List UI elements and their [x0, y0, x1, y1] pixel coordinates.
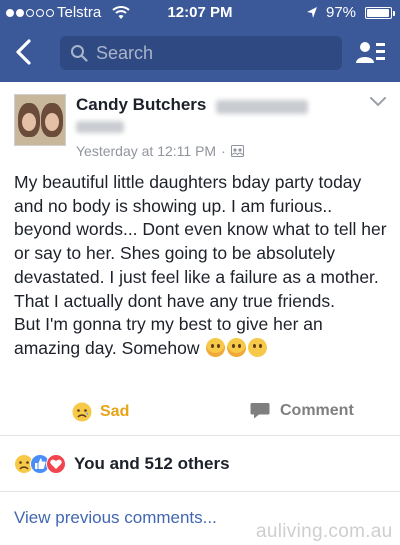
- post-body: My beautiful little daughters bday party…: [14, 171, 392, 361]
- search-placeholder: Search: [96, 43, 154, 63]
- sad-reaction-label: Sad: [100, 403, 130, 420]
- reaction-summary[interactable]: You and 512 others: [14, 454, 230, 474]
- back-arrow-icon[interactable]: [14, 38, 34, 66]
- battery-icon: [365, 7, 395, 19]
- sad-face-icon: [72, 402, 92, 422]
- comment-label: Comment: [280, 402, 354, 419]
- sad-face-emoji: [248, 337, 268, 357]
- post-paragraph-text: But I'm gonna try my best to give her an…: [14, 314, 323, 358]
- search-icon: [71, 45, 88, 62]
- post-action-bar: Sad Comment: [0, 396, 400, 436]
- post-author-name[interactable]: Candy Butchers: [76, 95, 206, 115]
- author-avatar[interactable]: [14, 94, 66, 146]
- post-options-chevron-icon[interactable]: [370, 97, 386, 107]
- sad-reaction-button[interactable]: Sad: [72, 402, 129, 422]
- view-previous-comments-link[interactable]: View previous comments...: [14, 508, 217, 528]
- friends-audience-icon: [230, 145, 244, 157]
- status-bar: Telstra 12:07 PM 97%: [0, 0, 400, 26]
- meta-separator: ·: [221, 143, 226, 159]
- crying-face-emoji: [206, 337, 226, 357]
- post-timestamp[interactable]: Yesterday at 12:11 PM: [76, 143, 216, 159]
- search-input[interactable]: Search: [60, 36, 342, 70]
- post-meta: Yesterday at 12:11 PM ·: [76, 143, 244, 159]
- location-arrow-icon: [307, 7, 317, 18]
- crying-face-emoji: [227, 337, 247, 357]
- battery-percent: 97%: [326, 4, 357, 21]
- section-divider: [0, 491, 400, 492]
- reaction-count-text: You and 512 others: [74, 454, 230, 473]
- post-paragraph: But I'm gonna try my best to give her an…: [14, 313, 392, 360]
- comment-button[interactable]: Comment: [250, 402, 354, 420]
- comment-bubble-icon: [250, 403, 270, 419]
- post-paragraph: My beautiful little daughters bday party…: [14, 172, 387, 311]
- redacted-name-text: [216, 100, 308, 114]
- love-reaction-icon: [46, 454, 66, 474]
- redacted-subtitle-text: [76, 121, 124, 133]
- watermark-text: auliving.com.au: [256, 521, 393, 542]
- top-navigation-bar: Telstra 12:07 PM 97% Search: [0, 0, 400, 82]
- friends-list-icon[interactable]: [356, 40, 386, 66]
